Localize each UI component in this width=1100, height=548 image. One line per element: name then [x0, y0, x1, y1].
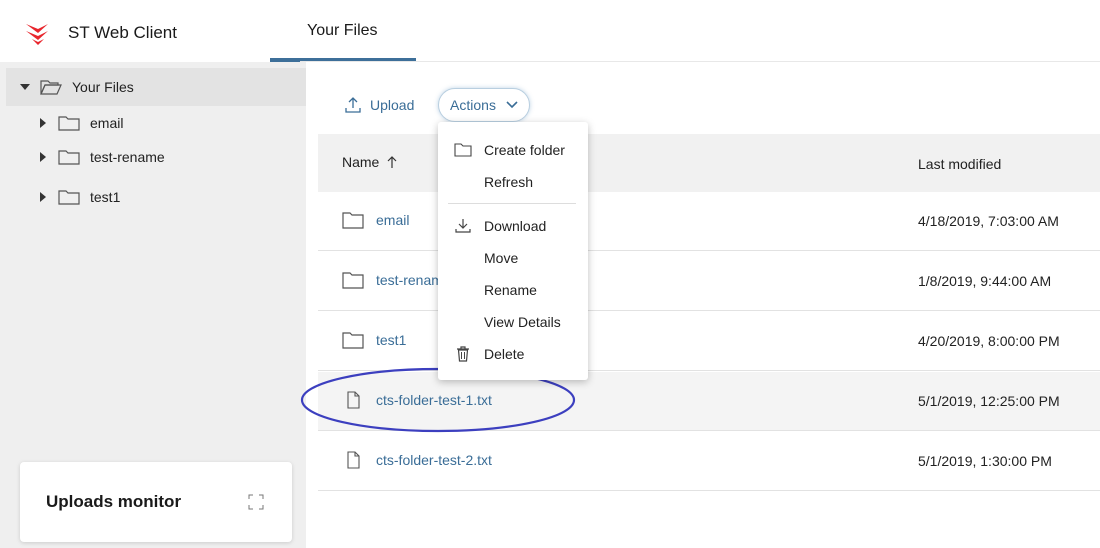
- tree-item-label: test1: [90, 189, 121, 205]
- tab-your-files[interactable]: Your Files: [270, 0, 416, 62]
- file-name-cell[interactable]: cts-folder-test-2.txt: [342, 451, 492, 469]
- file-name-link[interactable]: email: [376, 212, 409, 228]
- menu-item-rename[interactable]: Rename: [438, 276, 588, 304]
- table-row[interactable]: test-renam 1/8/2019, 9:44:00 AM: [318, 252, 1100, 311]
- menu-item-label: Create folder: [484, 142, 565, 158]
- upload-button[interactable]: Upload: [344, 96, 414, 114]
- tree-item-test-rename[interactable]: test-rename: [40, 142, 165, 172]
- modified-cell: 5/1/2019, 1:30:00 PM: [918, 453, 1052, 469]
- modified-cell: 5/1/2019, 12:25:00 PM: [918, 393, 1060, 409]
- table-row[interactable]: test1 4/20/2019, 8:00:00 PM: [318, 312, 1100, 371]
- tree-root-your-files[interactable]: Your Files: [6, 68, 306, 106]
- menu-item-label: View Details: [484, 314, 561, 330]
- tree-item-label: email: [90, 115, 124, 131]
- file-name-link[interactable]: test1: [376, 332, 406, 348]
- menu-item-refresh[interactable]: Refresh: [438, 168, 588, 196]
- open-folder-icon: [40, 80, 62, 95]
- folder-icon: [454, 143, 472, 157]
- menu-item-create-folder[interactable]: Create folder: [438, 136, 588, 164]
- caret-right-icon[interactable]: [40, 152, 46, 162]
- app-logo-icon: [26, 24, 48, 45]
- menu-separator: [448, 203, 576, 204]
- tab-your-files-label: Your Files: [307, 22, 378, 39]
- upload-icon: [345, 97, 361, 113]
- folder-icon: [342, 332, 364, 349]
- folder-icon: [58, 190, 80, 205]
- app-header: ST Web Client Your Files: [0, 0, 1100, 62]
- download-icon: [455, 219, 471, 233]
- sort-ascending-icon: [387, 156, 397, 168]
- actions-label: Actions: [450, 97, 496, 113]
- file-name-cell[interactable]: email: [342, 211, 409, 229]
- modified-cell: 4/20/2019, 8:00:00 PM: [918, 333, 1060, 349]
- folder-icon: [342, 272, 364, 289]
- brand[interactable]: ST Web Client: [24, 18, 177, 48]
- menu-item-move[interactable]: Move: [438, 244, 588, 272]
- caret-right-icon[interactable]: [40, 192, 46, 202]
- file-name-cell[interactable]: test-renam: [342, 271, 443, 289]
- sidebar: Your Files email test-rename test1 Uploa…: [0, 62, 306, 548]
- menu-item-label: Refresh: [484, 174, 534, 190]
- file-name-link[interactable]: test-renam: [376, 272, 443, 288]
- upload-label: Upload: [370, 97, 415, 113]
- expand-icon[interactable]: [248, 494, 264, 510]
- tree-item-label: test-rename: [90, 149, 165, 165]
- column-header-last-modified[interactable]: Last modified: [918, 156, 1001, 172]
- table-row[interactable]: email 4/18/2019, 7:03:00 AM: [318, 192, 1100, 251]
- file-name-link[interactable]: cts-folder-test-2.txt: [376, 452, 492, 468]
- menu-item-delete[interactable]: Delete: [438, 340, 588, 368]
- chevron-down-icon: [506, 101, 518, 109]
- file-icon: [347, 451, 360, 469]
- table-row[interactable]: cts-folder-test-2.txt 5/1/2019, 1:30:00 …: [318, 432, 1100, 491]
- tree-item-test1[interactable]: test1: [40, 182, 120, 212]
- column-name-label: Name: [342, 154, 380, 170]
- folder-icon: [58, 116, 80, 131]
- menu-item-label: Download: [484, 218, 547, 234]
- menu-item-view-details[interactable]: View Details: [438, 308, 588, 336]
- menu-item-label: Rename: [484, 282, 537, 298]
- column-header-name[interactable]: Name: [342, 154, 397, 170]
- uploads-monitor-panel: Uploads monitor: [20, 462, 292, 542]
- uploads-monitor-title: Uploads monitor: [46, 492, 182, 511]
- folder-icon: [58, 150, 80, 165]
- tree-item-email[interactable]: email: [40, 108, 123, 138]
- folder-icon: [342, 212, 364, 229]
- menu-item-download[interactable]: Download: [438, 212, 588, 240]
- actions-button[interactable]: Actions: [438, 88, 530, 122]
- table-header: Name Last modified: [318, 134, 1100, 192]
- trash-icon: [457, 346, 469, 362]
- modified-cell: 4/18/2019, 7:03:00 AM: [918, 213, 1059, 229]
- modified-cell: 1/8/2019, 9:44:00 AM: [918, 273, 1052, 289]
- actions-dropdown-menu: Create folder Refresh Download Move Rena…: [438, 122, 588, 380]
- caret-right-icon[interactable]: [40, 118, 46, 128]
- file-name-cell[interactable]: test1: [342, 331, 406, 349]
- menu-item-label: Delete: [484, 346, 525, 362]
- menu-item-label: Move: [484, 250, 519, 266]
- caret-down-icon[interactable]: [20, 84, 30, 90]
- tree-root-label: Your Files: [72, 79, 134, 95]
- header-divider: [300, 61, 1100, 62]
- app-title: ST Web Client: [68, 23, 177, 42]
